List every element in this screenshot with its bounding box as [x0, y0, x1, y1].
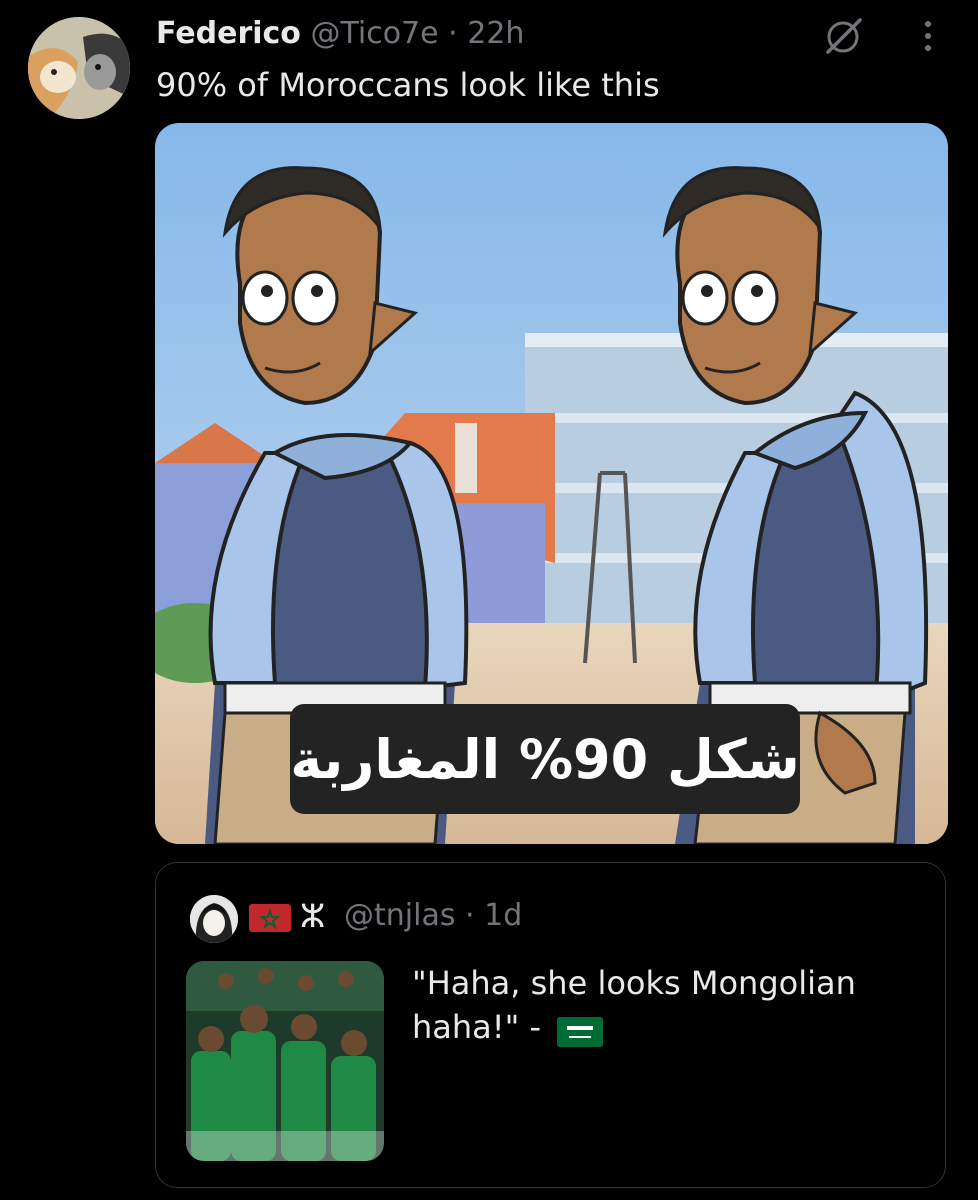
quoted-time[interactable]: 1d	[484, 898, 522, 933]
quoted-header: @tnjlas · 1d	[344, 894, 522, 938]
tweet-time[interactable]: 22h	[467, 16, 524, 51]
media-caption: شكل 90% المغاربة	[290, 704, 800, 814]
author-name[interactable]: Federico	[156, 16, 301, 51]
morocco-flag-icon	[249, 904, 291, 932]
saudi-flag-icon	[557, 1014, 604, 1047]
tweet-header: Federico @Tico7e · 22h	[156, 14, 524, 54]
author-handle[interactable]: @Tico7e	[310, 16, 438, 51]
quoted-text-content: "Haha, she looks Mongolian haha!" -	[412, 964, 856, 1046]
grok-icon[interactable]	[822, 16, 864, 58]
amazigh-symbol: ⵣ	[300, 897, 326, 935]
quoted-separator: ·	[465, 898, 475, 933]
tweet-text: 90% of Moroccans look like this	[156, 66, 660, 104]
quoted-text: "Haha, she looks Mongolian haha!" -	[412, 961, 932, 1049]
quoted-media-image[interactable]	[186, 961, 384, 1161]
header-separator: ·	[448, 16, 458, 51]
quoted-tweet[interactable]: ⵣ @tnjlas · 1d "Haha, she looks Mongolia…	[155, 862, 946, 1188]
quoted-author-avatar[interactable]	[190, 895, 238, 943]
more-icon[interactable]	[910, 14, 946, 58]
quoted-handle[interactable]: @tnjlas	[344, 898, 455, 933]
author-avatar[interactable]	[28, 17, 130, 119]
